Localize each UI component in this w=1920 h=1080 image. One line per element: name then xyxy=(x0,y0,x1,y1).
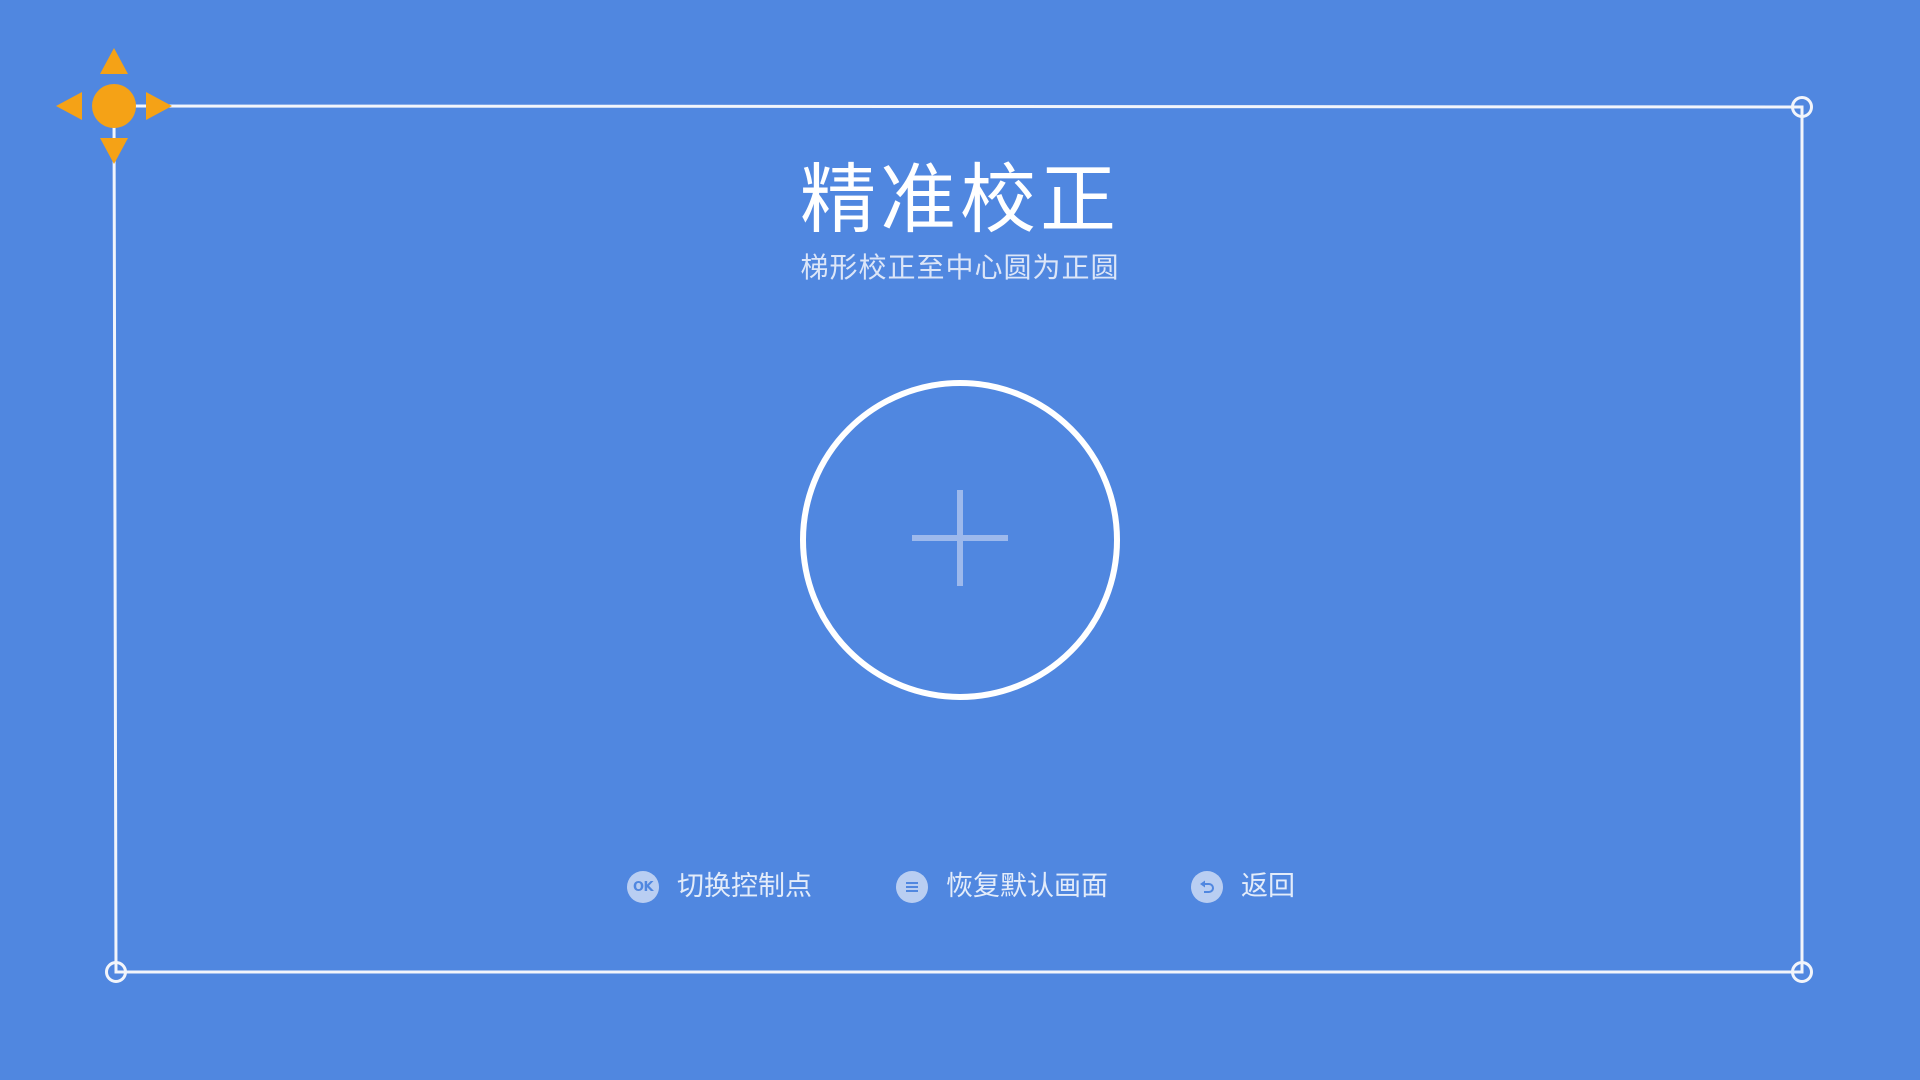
crosshair-icon xyxy=(912,490,1008,586)
key-hints-bar: OK 切换控制点 恢复默认画面 返回 xyxy=(0,864,1920,910)
move-arrows-icon xyxy=(56,48,172,164)
keystone-correction-screen: 精准校正 梯形校正至中心圆为正圆 OK 切换控制点 恢复默认画面 返回 xyxy=(0,0,1920,1080)
menu-button-icon xyxy=(896,871,928,903)
hint-restore-default[interactable]: 恢复默认画面 xyxy=(896,864,1108,910)
corner-handle-top-right[interactable] xyxy=(1791,96,1813,118)
page-title: 精准校正 xyxy=(800,155,1120,244)
hint-label: 切换控制点 xyxy=(677,871,812,902)
corner-handle-top-left-active[interactable] xyxy=(52,44,176,168)
ok-button-icon: OK xyxy=(627,871,659,903)
page-subtitle: 梯形校正至中心圆为正圆 xyxy=(800,251,1120,284)
hint-back[interactable]: 返回 xyxy=(1191,864,1295,910)
corner-handle-bottom-right[interactable] xyxy=(1791,961,1813,983)
hint-switch-control-point[interactable]: OK 切换控制点 xyxy=(627,864,812,910)
corner-handle-bottom-left[interactable] xyxy=(105,961,127,983)
hint-label: 返回 xyxy=(1241,871,1295,902)
back-button-icon xyxy=(1191,871,1223,903)
hint-label: 恢复默认画面 xyxy=(946,871,1108,902)
